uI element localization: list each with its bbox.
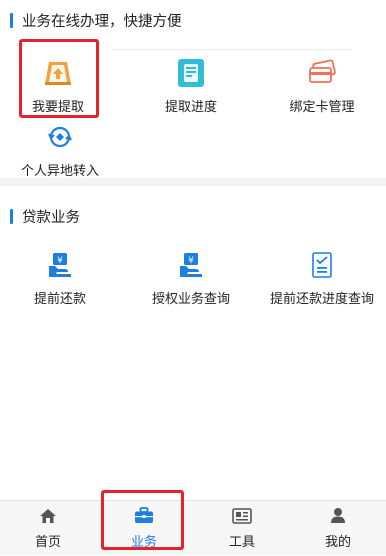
divider [110, 49, 352, 50]
card-manage-tile[interactable]: 绑定卡管理 [267, 58, 377, 115]
section-gap [0, 178, 386, 186]
withdraw-highlight-box [19, 39, 99, 118]
progress-tile[interactable]: 提取进度 [136, 58, 246, 115]
tab-home[interactable]: 首页 [0, 501, 96, 556]
yuan-hand-icon: ¥ [45, 250, 75, 280]
section-bar [10, 13, 13, 28]
auth-query-tile[interactable]: ¥ 授权业务查询 [136, 250, 246, 307]
tab-mine-label: 我的 [324, 535, 351, 550]
prepayment-tile[interactable]: ¥ 提前还款 [5, 250, 115, 307]
tab-home-label: 首页 [34, 534, 61, 550]
transfer-in-icon [45, 122, 75, 152]
newspaper-icon [232, 507, 252, 528]
card-manage-label: 绑定卡管理 [289, 100, 355, 115]
tab-mine[interactable]: 我的 [290, 501, 386, 556]
section-bar [10, 209, 13, 224]
bank-card-icon [307, 58, 337, 88]
progress-label: 提取进度 [164, 100, 217, 115]
loan-section-title-text: 贷款业务 [22, 210, 80, 226]
person-icon [330, 507, 346, 528]
home-icon [39, 508, 57, 528]
svg-text:¥: ¥ [57, 256, 63, 266]
progress-phone-icon [176, 58, 206, 88]
svg-text:¥: ¥ [188, 256, 194, 266]
online-section-title-text: 业务在线办理，快捷方便 [22, 14, 182, 30]
yuan-hand-icon: ¥ [176, 250, 206, 280]
prepayment-progress-label: 提前还款进度查询 [269, 292, 374, 307]
bottom-tabbar: 首页 业务 工具 我的 [0, 500, 386, 555]
checklist-icon [307, 250, 337, 280]
tab-tools-label: 工具 [228, 534, 255, 550]
loan-section-title: 贷款业务 [10, 206, 80, 227]
transfer-in-label: 个人异地转入 [20, 164, 99, 179]
tab-tools[interactable]: 工具 [194, 501, 290, 556]
transfer-in-tile[interactable]: 个人异地转入 [5, 122, 115, 179]
online-section-title: 业务在线办理，快捷方便 [10, 10, 182, 31]
tab-highlight-box [101, 490, 184, 550]
prepayment-label: 提前还款 [33, 292, 86, 307]
prepayment-progress-tile[interactable]: 提前还款进度查询 [267, 250, 377, 307]
auth-query-label: 授权业务查询 [151, 292, 230, 307]
